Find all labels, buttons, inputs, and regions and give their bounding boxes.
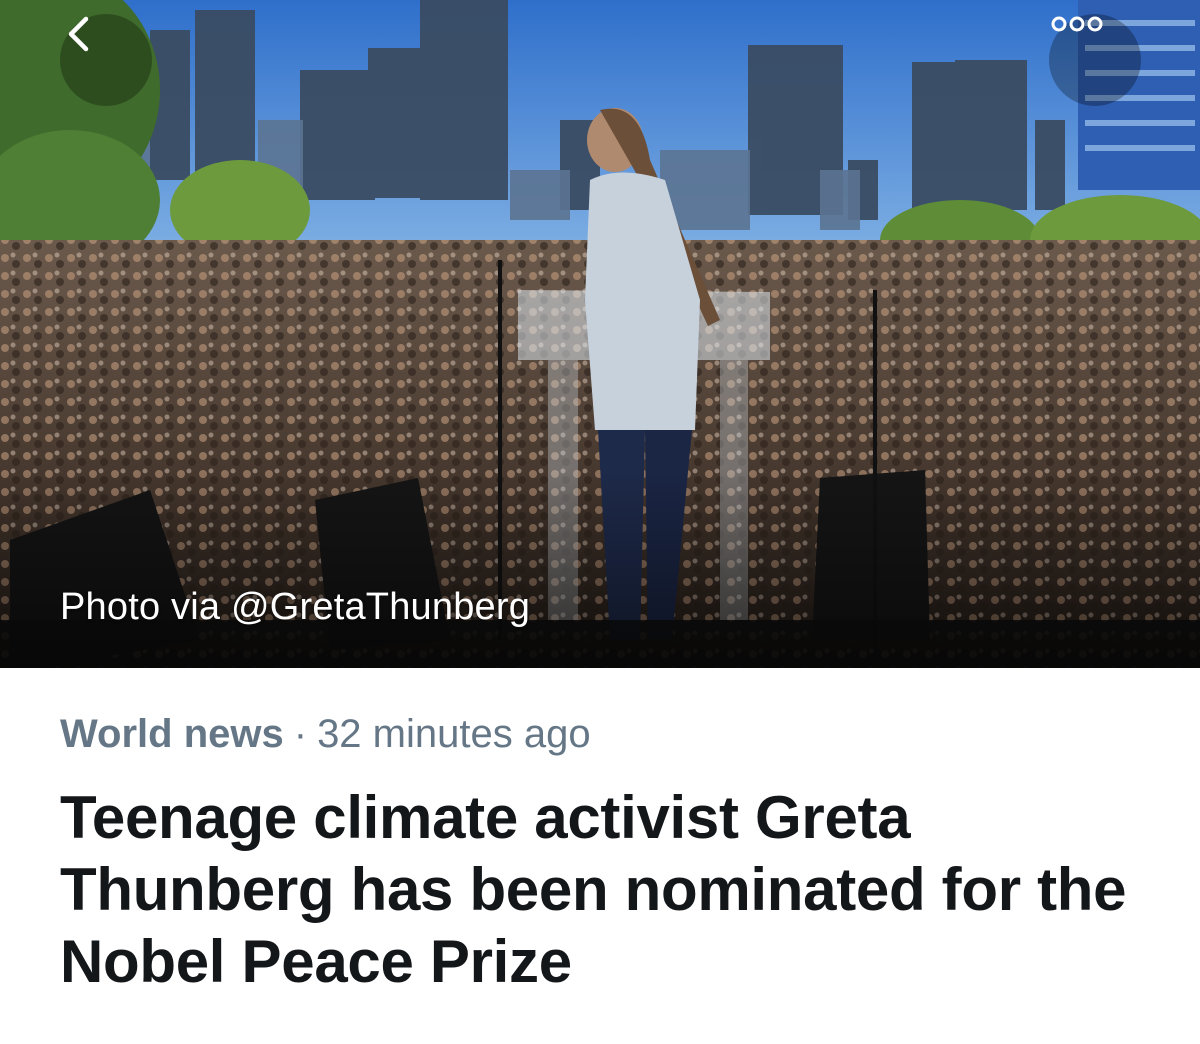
- photo-credit: Photo via @GretaThunberg: [60, 586, 531, 628]
- timestamp: 32 minutes ago: [317, 712, 591, 756]
- article-meta: World news · 32 minutes ago: [60, 708, 591, 760]
- more-options-icon: [1051, 16, 1103, 32]
- meta-separator: ·: [293, 712, 308, 756]
- article-page: Photo via @GretaThunberg World news · 32 m…: [0, 0, 1200, 1044]
- hero-gradient-overlay: [0, 468, 1200, 668]
- category-label[interactable]: World news: [60, 712, 284, 756]
- back-button[interactable]: [60, 14, 152, 106]
- chevron-left-icon: [68, 16, 89, 52]
- article-headline: Teenage climate activist Greta Thunberg …: [60, 784, 1127, 995]
- hero-photo[interactable]: Photo via @GretaThunberg: [0, 0, 1200, 668]
- more-options-button[interactable]: [1049, 14, 1141, 106]
